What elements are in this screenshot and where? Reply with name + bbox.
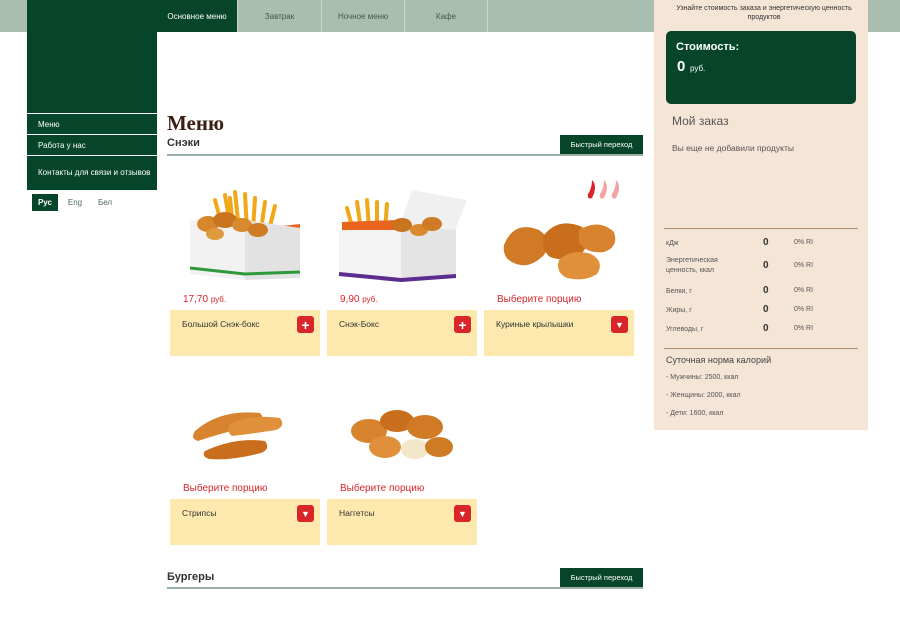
nutrition-value: 0 <box>763 304 769 315</box>
tab-main-menu[interactable]: Основное меню <box>157 0 238 32</box>
price-currency: руб. <box>210 295 227 304</box>
product-price: 17,70 <box>183 294 209 305</box>
sidebar-item-menu[interactable]: Меню <box>27 113 157 134</box>
sidebar-item-jobs[interactable]: Работа у нас <box>27 134 157 155</box>
daily-norm-item: - Мужчины: 2500, ккал <box>666 374 739 381</box>
product-name: Стрипсы <box>182 508 217 518</box>
cost-box: Стоимость: 0 руб. <box>666 31 856 104</box>
product-info-box: Наггетсы ▼ <box>327 499 477 545</box>
product-info-box: Куриные крылышки ▼ <box>484 310 634 356</box>
divider <box>664 228 858 229</box>
snack-box-large-image <box>189 190 301 280</box>
product-card: 17,70 руб. Большой Снэк-бокс + <box>170 180 320 356</box>
nutrition-value: 0 <box>763 237 769 248</box>
nutrition-value: 0 <box>763 323 769 334</box>
product-card: Выберите порцию Наггетсы ▼ <box>327 369 477 545</box>
nutrition-percent: 0% RI <box>794 325 814 332</box>
language-switcher: Рус Eng Бел <box>32 194 118 211</box>
spicy-chili-icon <box>587 180 619 199</box>
order-panel: Узнайте стоимость заказа и энергетическу… <box>654 0 868 430</box>
divider <box>664 348 858 349</box>
section-title-snacks: Снэки <box>167 137 200 149</box>
plus-icon[interactable]: + <box>297 316 314 333</box>
section-divider <box>167 587 643 589</box>
nutrition-value: 0 <box>763 285 769 296</box>
chevron-down-icon[interactable]: ▼ <box>611 316 628 333</box>
product-card: Выберите порцию Стрипсы ▼ <box>170 369 320 545</box>
daily-norm-item: - Дети: 1600, ккал <box>666 410 724 417</box>
sidebar: Меню Работа у нас Контакты для связи и о… <box>27 0 157 190</box>
page-title: Меню <box>167 111 225 135</box>
chevron-down-icon[interactable]: ▼ <box>454 505 471 522</box>
product-name: Большой Снэк-бокс <box>182 319 260 329</box>
nutrition-row: Жиры, г 0 0% RI <box>666 303 856 323</box>
snack-box-image <box>338 190 467 283</box>
lang-be[interactable]: Бел <box>92 194 118 211</box>
nutrition-row: Углеводы, г 0 0% RI <box>666 322 856 342</box>
daily-norm-title: Суточная норма калорий <box>666 355 772 365</box>
nutrition-label: кДж <box>666 240 679 247</box>
product-price: 9,90 <box>340 294 360 305</box>
nutrition-label: Жиры, г <box>666 307 692 314</box>
order-empty-text: Вы еще не добавили продукты <box>672 143 794 153</box>
nutrition-label: Белки, г <box>666 288 692 295</box>
quick-jump-button[interactable]: Быстрый переход <box>560 568 643 587</box>
nutrition-row: Белки, г 0 0% RI <box>666 284 856 304</box>
nutrition-label: Углеводы, г <box>666 326 704 333</box>
nutrition-percent: 0% RI <box>794 287 814 294</box>
product-price-label: Выберите порцию <box>497 294 582 305</box>
lang-ru[interactable]: Рус <box>32 194 58 211</box>
product-card: Выберите порцию Куриные крылышки ▼ <box>484 180 634 356</box>
nutrition-row: кДж 0 0% RI <box>666 236 856 256</box>
tab-night-menu[interactable]: Ночное меню <box>322 0 405 32</box>
my-order-title: Мой заказ <box>672 114 729 128</box>
product-name: Снэк-Бокс <box>339 319 380 329</box>
nutrition-percent: 0% RI <box>794 239 814 246</box>
product-info-box: Стрипсы ▼ <box>170 499 320 545</box>
product-price-label: Выберите порцию <box>340 483 425 494</box>
cost-value: 0 <box>677 58 686 75</box>
chevron-down-icon[interactable]: ▼ <box>297 505 314 522</box>
product-info-box: Снэк-Бокс + <box>327 310 477 356</box>
plus-icon[interactable]: + <box>454 316 471 333</box>
nutrition-label: Энергетическая ценность, ккал <box>666 257 718 274</box>
nutrition-percent: 0% RI <box>794 306 814 313</box>
section-title-burgers: Бургеры <box>167 571 215 583</box>
product-price-label: Выберите порцию <box>183 483 268 494</box>
quick-jump-button[interactable]: Быстрый переход <box>560 135 643 154</box>
product-name: Наггетсы <box>339 508 375 518</box>
nuggets-image <box>351 410 453 459</box>
nutrition-percent: 0% RI <box>794 262 814 269</box>
sidebar-item-contacts[interactable]: Контакты для связи и отзывов <box>27 155 157 190</box>
cost-label: Стоимость: <box>676 41 740 53</box>
daily-norm-item: - Женщины: 2000, ккал <box>666 392 741 399</box>
price-currency: руб. <box>362 295 378 304</box>
chicken-strips-image <box>193 412 283 460</box>
nutrition-value: 0 <box>763 260 769 271</box>
order-hint: Узнайте стоимость заказа и энергетическу… <box>676 5 852 22</box>
section-divider <box>167 154 643 156</box>
nutrition-row: Энергетическая ценность, ккал 0 0% RI <box>666 256 856 280</box>
cost-currency: руб. <box>690 64 706 73</box>
product-info-box: Большой Снэк-бокс + <box>170 310 320 356</box>
product-name: Куриные крылышки <box>496 319 574 329</box>
tab-cafe[interactable]: Кафе <box>405 0 488 32</box>
lang-en[interactable]: Eng <box>62 194 88 211</box>
product-card: 9,90 руб. Снэк-Бокс + <box>327 180 477 356</box>
tab-breakfast[interactable]: Завтрак <box>238 0 322 32</box>
